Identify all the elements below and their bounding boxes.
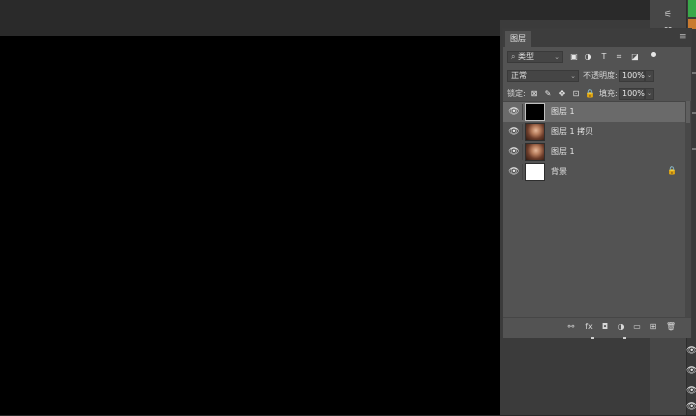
smart-object-filter-icon[interactable]: ◪ (630, 52, 640, 62)
divider (522, 144, 523, 160)
new-group-icon[interactable]: ▭ (631, 321, 643, 333)
layer-style-icon[interactable]: fx (583, 321, 595, 333)
layer-thumbnail (525, 123, 545, 141)
eye-icon[interactable]: 👁 (508, 107, 520, 117)
filter-kind-label: 类型 (518, 52, 535, 61)
layer-thumbnail (525, 163, 545, 181)
eye-icon[interactable]: 👁 (686, 386, 696, 400)
filter-row: ⌕ 类型 ⌄ ▣ ◑ T ⌗ ◪ (503, 47, 691, 65)
lock-label: 锁定: (507, 89, 526, 98)
layer-row[interactable]: 👁 背景 🔒 (503, 162, 685, 182)
document-canvas[interactable] (0, 36, 500, 415)
eye-icon[interactable]: 👁 (686, 346, 696, 360)
blend-row: 正常 ⌄ 不透明度: 100% ⌄ (503, 67, 691, 85)
opacity-input[interactable]: 100% (619, 70, 645, 82)
lock-all-icon[interactable]: 🔒 (585, 88, 595, 99)
panel-footer: ⚯ fx ◘ ◑ ▭ ⊞ 🗑 (503, 317, 691, 339)
pixel-filter-icon[interactable]: ▣ (569, 52, 579, 62)
adjustments-icon[interactable]: ⚟ (662, 10, 674, 20)
divider (522, 104, 523, 120)
blend-mode-label: 正常 (511, 71, 527, 80)
layer-name[interactable]: 图层 1 拷贝 (551, 126, 593, 138)
layer-thumbnail (525, 143, 545, 161)
layer-name[interactable]: 图层 1 (551, 106, 575, 118)
shape-filter-icon[interactable]: ⌗ (614, 52, 624, 62)
layer-thumbnail (525, 103, 545, 121)
color-swatch-green (688, 0, 696, 17)
search-icon: ⌕ (511, 52, 516, 61)
lock-image-icon[interactable]: ✎ (543, 88, 553, 99)
opacity-label: 不透明度: (583, 71, 618, 80)
panel-header: 图层 ≡ (503, 29, 691, 47)
filter-kind-select[interactable]: ⌕ 类型 ⌄ (507, 51, 563, 63)
link-layers-icon[interactable]: ⚯ (565, 321, 577, 333)
divider (522, 164, 523, 180)
layers-scrollbar[interactable] (685, 101, 691, 317)
layers-panel: 图层 ≡ ⌕ 类型 ⌄ ▣ ◑ T ⌗ ◪ 正常 ⌄ 不透明度: 100% ⌄ … (502, 28, 692, 339)
lock-transparent-icon[interactable]: ⊠ (529, 88, 539, 99)
eye-icon[interactable]: 👁 (508, 167, 520, 177)
lock-position-icon[interactable]: ✥ (557, 88, 567, 99)
tab-layers[interactable]: 图层 (505, 31, 531, 47)
panel-menu-icon[interactable]: ≡ (679, 33, 688, 42)
layer-row[interactable]: 👁 图层 1 (503, 102, 685, 122)
eye-icon[interactable]: 👁 (686, 402, 696, 416)
fill-dropdown-icon[interactable]: ⌄ (645, 88, 654, 100)
scrollbar-thumb[interactable] (686, 101, 690, 123)
eye-icon[interactable]: 👁 (508, 127, 520, 137)
delete-layer-icon[interactable]: 🗑 (665, 321, 677, 333)
fill-input[interactable]: 100% (619, 88, 645, 100)
layer-name[interactable]: 图层 1 (551, 146, 575, 158)
divider (522, 124, 523, 140)
lock-icon[interactable]: 🔒 (667, 166, 677, 175)
chevron-down-icon: ⌄ (570, 72, 576, 80)
adjustment-filter-icon[interactable]: ◑ (583, 52, 593, 62)
filter-toggle-icon[interactable] (651, 52, 656, 57)
blend-mode-select[interactable]: 正常 ⌄ (507, 70, 579, 82)
layer-row[interactable]: 👁 图层 1 (503, 142, 685, 162)
type-filter-icon[interactable]: T (599, 52, 609, 62)
flyout-indicator (591, 337, 594, 339)
new-layer-icon[interactable]: ⊞ (647, 321, 659, 333)
lock-artboard-icon[interactable]: ⊡ (571, 88, 581, 99)
chevron-down-icon: ⌄ (554, 53, 560, 61)
eye-icon[interactable]: 👁 (686, 366, 696, 380)
layer-row[interactable]: 👁 图层 1 拷贝 (503, 122, 685, 142)
layer-name[interactable]: 背景 (551, 166, 567, 178)
opacity-dropdown-icon[interactable]: ⌄ (645, 70, 654, 82)
flyout-indicator (623, 337, 626, 339)
eye-icon[interactable]: 👁 (508, 147, 520, 157)
fill-label: 填充: (599, 89, 618, 98)
add-mask-icon[interactable]: ◘ (599, 321, 611, 333)
adjustment-layer-icon[interactable]: ◑ (615, 321, 627, 333)
